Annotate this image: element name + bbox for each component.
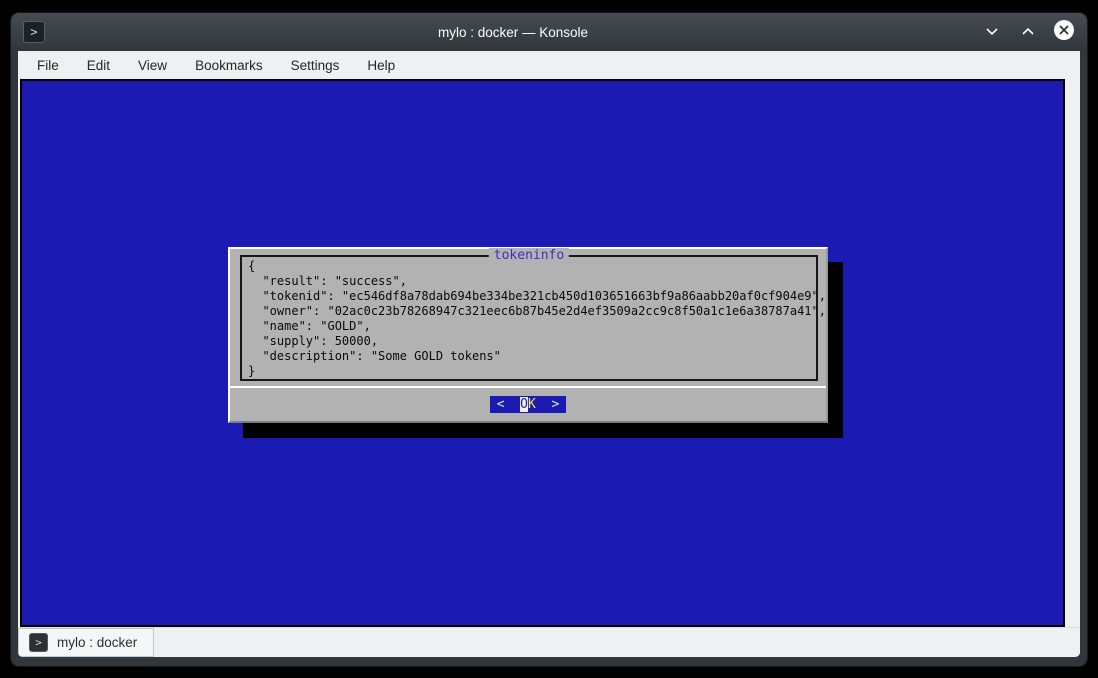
tab-terminal-icon: > [29, 633, 48, 652]
konsole-window: > mylo : docker — Konsole [10, 12, 1088, 667]
terminal-row: tokeninfo { "result": "success", "tokeni… [18, 79, 1080, 627]
window-title: mylo : docker — Konsole [45, 25, 981, 40]
tab-mylo-docker[interactable]: > mylo : docker [18, 628, 154, 657]
tabbar: > mylo : docker [18, 627, 1080, 657]
menu-file[interactable]: File [35, 56, 61, 75]
konsole-app-icon[interactable]: > [23, 21, 45, 43]
button-hotkey-char: K [528, 397, 536, 412]
scrollbar-track[interactable] [1065, 79, 1080, 627]
maximize-button[interactable] [1017, 21, 1039, 43]
menu-view[interactable]: View [136, 56, 169, 75]
dialog-title: tokeninfo [489, 248, 569, 263]
button-cursor-char: O [520, 397, 528, 412]
window-controls [981, 21, 1075, 43]
titlebar[interactable]: > mylo : docker — Konsole [11, 13, 1087, 51]
menu-settings[interactable]: Settings [289, 56, 342, 75]
close-icon [1053, 19, 1075, 46]
terminal-prompt-glyph: > [30, 25, 37, 39]
close-button[interactable] [1053, 21, 1075, 43]
tokeninfo-dialog: tokeninfo { "result": "success", "tokeni… [228, 247, 828, 423]
dialog-text-frame: tokeninfo { "result": "success", "tokeni… [240, 255, 818, 381]
window-content: File Edit View Bookmarks Settings Help t… [18, 51, 1080, 657]
dialog-json-output: { "result": "success", "tokenid": "ec546… [242, 257, 816, 381]
chevron-up-icon [1021, 23, 1035, 41]
menu-help[interactable]: Help [365, 56, 397, 75]
chevron-down-icon [985, 23, 999, 41]
tab-label: mylo : docker [57, 635, 137, 650]
menubar: File Edit View Bookmarks Settings Help [18, 51, 1080, 79]
terminal-screen[interactable]: tokeninfo { "result": "success", "tokeni… [20, 79, 1065, 627]
menu-edit[interactable]: Edit [85, 56, 112, 75]
dialog-button-row: < OK > [230, 388, 826, 421]
minimize-button[interactable] [981, 21, 1003, 43]
menu-bookmarks[interactable]: Bookmarks [193, 56, 265, 75]
ok-button[interactable]: < OK > [490, 396, 567, 413]
